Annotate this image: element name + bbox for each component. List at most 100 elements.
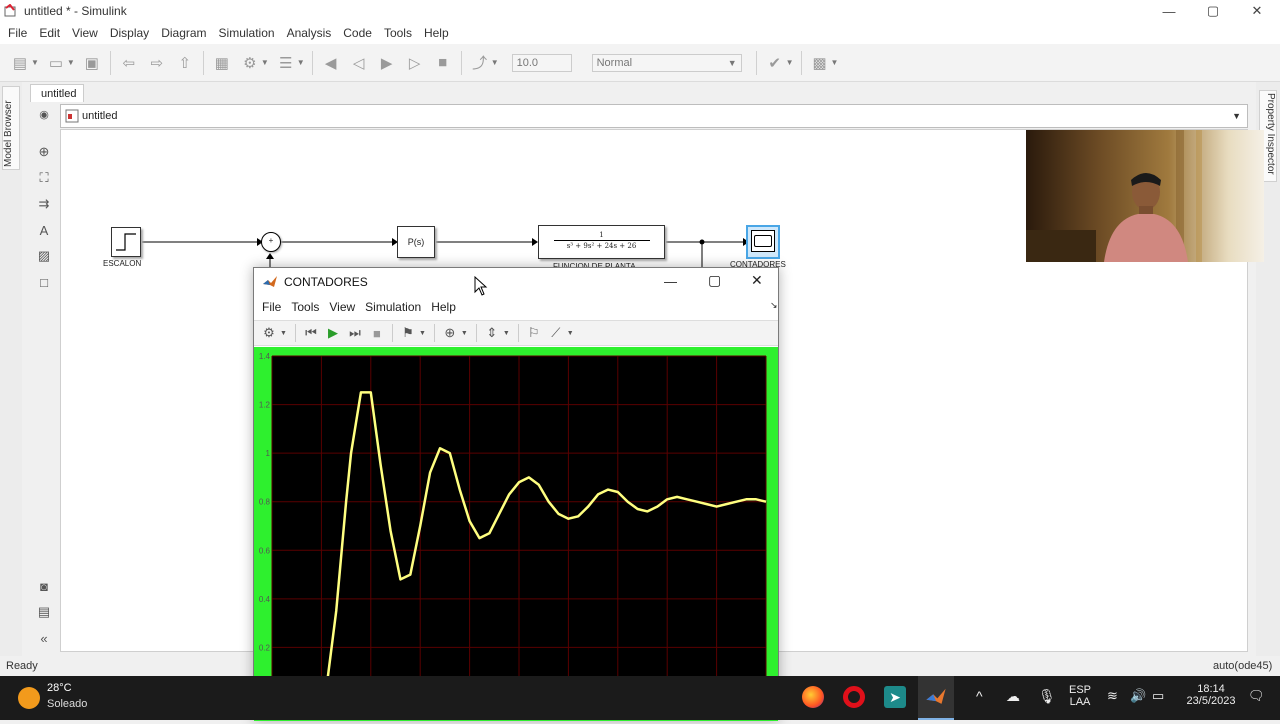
chevron-down-icon[interactable]: ▼ <box>461 330 468 337</box>
model-advisor-icon[interactable]: ✔ <box>766 54 784 72</box>
scope-minimize-button[interactable]: — <box>664 274 677 289</box>
camera-icon[interactable]: ◙ <box>36 578 52 594</box>
up-arrow-icon[interactable]: ⇧ <box>176 54 194 72</box>
y-tick-label: 0.2 <box>259 643 271 652</box>
dock-arrow-icon[interactable]: ↘ <box>770 300 778 311</box>
library-browser-icon[interactable]: ▦ <box>213 54 231 72</box>
menu-code[interactable]: Code <box>339 26 380 40</box>
simulation-mode-select[interactable]: Normal ▼ <box>591 53 742 72</box>
scope-maximize-button[interactable]: ▢ <box>708 272 721 289</box>
step-back-single-icon[interactable]: ◁ <box>350 54 368 72</box>
chevron-down-icon[interactable]: ▼ <box>67 58 75 67</box>
build-grid-icon[interactable]: ▩ <box>811 54 829 72</box>
volume-icon[interactable]: 🔊 <box>1130 688 1146 704</box>
scope-menu-file[interactable]: File <box>262 300 281 314</box>
sum-block[interactable]: + <box>261 232 281 252</box>
zoom-icon[interactable]: ⊕ <box>36 144 52 160</box>
new-model-icon[interactable]: ▤ <box>11 54 29 72</box>
step-back-icon[interactable]: ◀ <box>322 54 340 72</box>
collapse-panel-icon[interactable]: « <box>36 630 52 646</box>
save-icon[interactable]: ▣ <box>83 54 101 72</box>
open-folder-icon[interactable]: ▭ <box>47 54 65 72</box>
fit-to-view-icon[interactable]: ⛶ <box>36 170 52 186</box>
highlight-block-icon[interactable]: ⚑ <box>400 325 416 341</box>
settings-gear-icon[interactable]: ⚙ <box>261 325 277 341</box>
menu-diagram[interactable]: Diagram <box>157 26 214 40</box>
scope-plot[interactable]: 01234567891000.20.40.60.811.21.4 <box>254 347 778 721</box>
model-data-icon[interactable]: ▤ <box>36 604 52 620</box>
scope-menu-tools[interactable]: Tools <box>291 300 319 314</box>
chevron-down-icon[interactable]: ▼ <box>491 58 499 67</box>
run-play-icon[interactable]: ▶ <box>378 54 396 72</box>
minimize-button[interactable]: — <box>1146 0 1192 22</box>
model-settings-gear-icon[interactable]: ⚙ <box>241 54 259 72</box>
step-block[interactable] <box>111 227 141 257</box>
close-button[interactable]: ✕ <box>1234 0 1280 22</box>
menu-analysis[interactable]: Analysis <box>283 26 340 40</box>
onedrive-cloud-icon[interactable]: ☁ <box>1006 688 1020 705</box>
step-forward-icon[interactable]: ⏭ <box>347 325 363 341</box>
data-inspector-icon[interactable]: ⤴ <box>471 54 489 72</box>
matlab-taskbar-button[interactable] <box>918 676 954 720</box>
menu-view[interactable]: View <box>68 26 106 40</box>
wifi-icon[interactable]: ≋ <box>1107 688 1118 704</box>
chevron-down-icon[interactable]: ▼ <box>419 330 426 337</box>
back-arrow-icon[interactable]: ⇦ <box>120 54 138 72</box>
scope-menu-simulation[interactable]: Simulation <box>365 300 421 314</box>
autoscale-icon[interactable]: ⇕ <box>484 325 500 341</box>
scope-block[interactable] <box>746 225 780 259</box>
stop-icon[interactable]: ■ <box>434 54 452 72</box>
step-forward-icon[interactable]: ▷ <box>406 54 424 72</box>
microphone-icon[interactable]: 🎙 <box>1038 688 1056 705</box>
stop-time-input[interactable]: 10.0 <box>511 53 572 72</box>
breadcrumb-item[interactable]: untitled <box>82 110 117 122</box>
model-browser-tab[interactable]: Model Browser <box>2 86 20 170</box>
pinned-app-icon[interactable]: ➤ <box>884 686 906 708</box>
opera-icon[interactable] <box>843 686 865 708</box>
menu-file[interactable]: File <box>4 26 35 40</box>
stop-icon[interactable]: ■ <box>369 325 385 341</box>
weather-temp[interactable]: 28°C <box>47 682 72 694</box>
triggers-icon[interactable]: ⚐ <box>526 325 542 341</box>
scope-menu-help[interactable]: Help <box>431 300 456 314</box>
menu-edit[interactable]: Edit <box>35 26 68 40</box>
chevron-down-icon[interactable]: ▼ <box>280 330 287 337</box>
chevron-down-icon[interactable]: ▼ <box>831 58 839 67</box>
notifications-icon[interactable]: 🗨 <box>1248 688 1265 704</box>
run-play-icon[interactable]: ▶ <box>325 325 341 341</box>
menu-simulation[interactable]: Simulation <box>215 26 283 40</box>
show-hidden-icons-chevron-icon[interactable]: ^ <box>976 688 983 704</box>
solver-status[interactable]: auto(ode45) <box>1213 660 1272 672</box>
clock[interactable]: 18:14 23/5/2023 <box>1180 683 1242 707</box>
annotation-icon[interactable]: A <box>36 222 52 238</box>
scope-close-button[interactable]: ✕ <box>751 272 763 289</box>
chevron-down-icon[interactable]: ▼ <box>786 58 794 67</box>
chevron-down-icon[interactable]: ▼ <box>503 330 510 337</box>
arrows-icon[interactable]: ⇉ <box>36 196 52 212</box>
weather-condition[interactable]: Soleado <box>47 698 87 710</box>
chevron-down-icon[interactable]: ▼ <box>31 58 39 67</box>
transfer-function-block[interactable]: 1 s³ + 9s² + 24s + 26 <box>538 225 665 259</box>
battery-icon[interactable]: ▭ <box>1152 688 1164 704</box>
step-back-icon[interactable]: ⏮ <box>303 325 319 341</box>
chevron-down-icon[interactable]: ▼ <box>567 330 574 337</box>
model-explorer-icon[interactable]: ☰ <box>277 54 295 72</box>
firefox-icon[interactable] <box>802 686 824 708</box>
scope-menu-view[interactable]: View <box>329 300 355 314</box>
menu-display[interactable]: Display <box>106 26 157 40</box>
menu-help[interactable]: Help <box>420 26 457 40</box>
maximize-button[interactable]: ▢ <box>1190 0 1236 22</box>
menu-tools[interactable]: Tools <box>380 26 420 40</box>
forward-arrow-icon[interactable]: ⇨ <box>148 54 166 72</box>
document-tab[interactable]: untitled <box>30 84 84 102</box>
language-indicator[interactable]: ESP LAA <box>1066 684 1094 708</box>
zoom-in-icon[interactable]: ⊕ <box>442 325 458 341</box>
chevron-down-icon[interactable]: ▼ <box>297 58 305 67</box>
scope-title-bar[interactable]: CONTADORES — ▢ ✕ <box>254 268 778 296</box>
chevron-down-icon[interactable]: ▼ <box>261 58 269 67</box>
measurements-icon[interactable]: ⟋ <box>548 325 564 341</box>
chevron-down-icon[interactable]: ▼ <box>1232 111 1241 121</box>
image-icon[interactable]: ▨ <box>36 248 52 264</box>
area-icon[interactable]: □ <box>36 274 52 290</box>
controller-block[interactable]: P(s) <box>397 226 435 258</box>
